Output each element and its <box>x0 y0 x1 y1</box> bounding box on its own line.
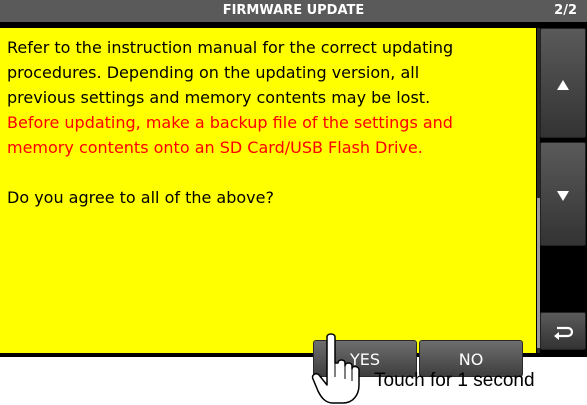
title-bar: FIRMWARE UPDATE 2/2 <box>0 0 587 22</box>
side-controls <box>537 28 587 353</box>
scroll-up-button[interactable] <box>540 28 586 138</box>
pointing-hand-icon <box>311 333 360 404</box>
instruction-text: Touch for 1 second <box>374 370 535 391</box>
message-line: Refer to the instruction manual for the … <box>7 38 454 57</box>
device-screen: FIRMWARE UPDATE 2/2 Refer to the instruc… <box>0 0 587 377</box>
page-indicator: 2/2 <box>554 3 577 18</box>
message-line: previous settings and memory contents ma… <box>7 88 431 107</box>
question-line: Do you agree to all of the above? <box>7 188 274 207</box>
screen-title: FIRMWARE UPDATE <box>222 3 365 18</box>
message-text: Refer to the instruction manual for the … <box>7 35 532 210</box>
triangle-down-icon <box>557 190 569 201</box>
back-button[interactable] <box>540 312 586 350</box>
message-line: procedures. Depending on the updating ve… <box>7 63 420 82</box>
message-panel: Refer to the instruction manual for the … <box>0 28 536 377</box>
return-arrow-icon <box>554 326 574 340</box>
warning-line: Before updating, make a backup file of t… <box>7 113 453 132</box>
scroll-down-button[interactable] <box>540 142 586 246</box>
triangle-up-icon <box>557 79 569 90</box>
warning-line: memory contents onto an SD Card/USB Flas… <box>7 138 423 157</box>
